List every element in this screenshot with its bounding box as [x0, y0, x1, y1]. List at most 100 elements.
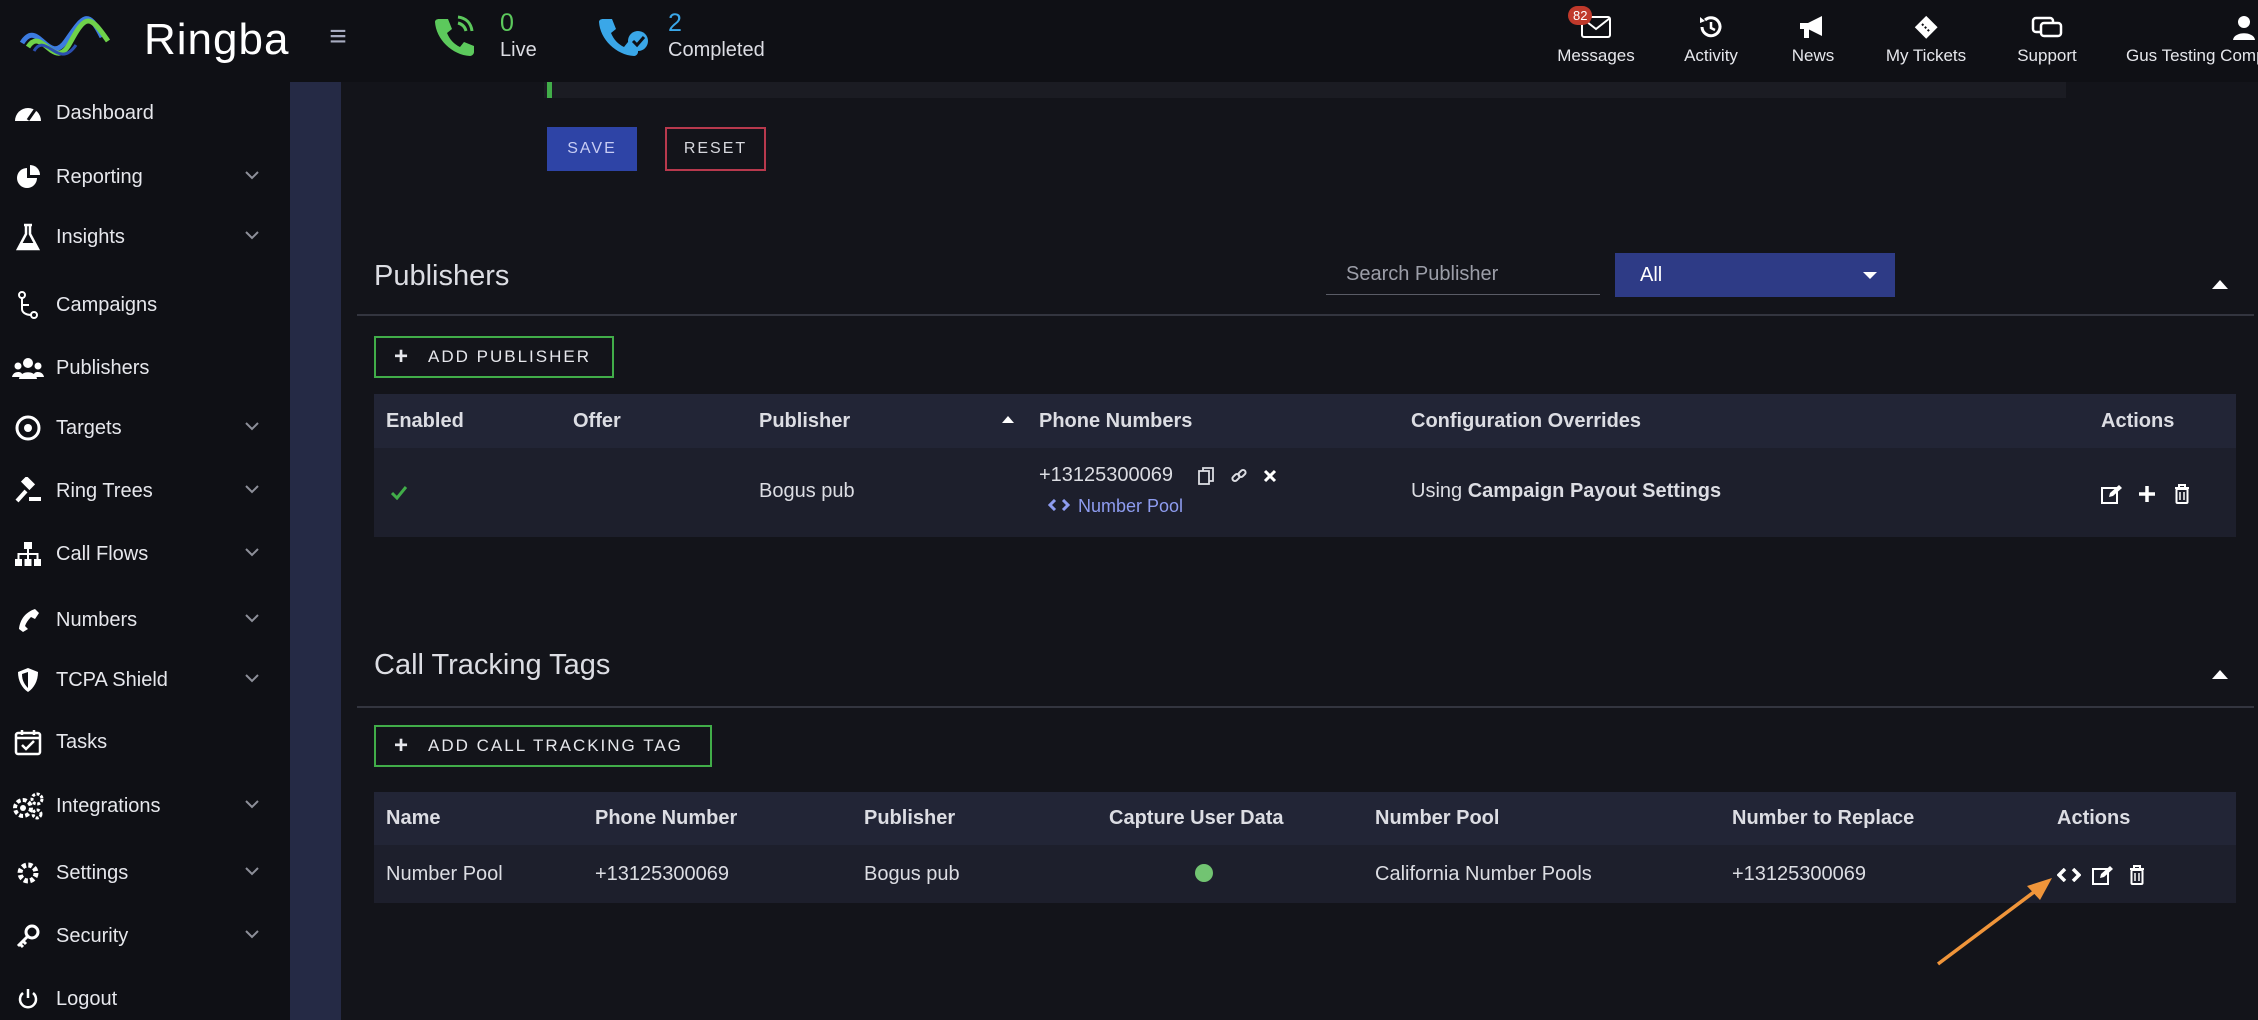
sidebar-item-campaigns[interactable]: Campaigns [0, 283, 290, 327]
table-row: Bogus pub +13125300069 Number Pool Using… [374, 448, 2236, 537]
add-call-tracking-tag-button[interactable]: + ADD CALL TRACKING TAG [374, 725, 712, 767]
sidebar-item-label: Numbers [56, 608, 138, 631]
publisher-filter-select[interactable]: All [1615, 253, 1895, 297]
chat-bubbles-icon [2031, 16, 2063, 38]
sidebar-item-targets[interactable]: Targets [0, 406, 290, 450]
sidebar-item-tcpa-shield[interactable]: TCPA Shield [0, 658, 290, 702]
menu-toggle-icon[interactable]: ≡ [323, 22, 353, 52]
phone-live-icon [435, 15, 474, 56]
column-header-configuration-overrides[interactable]: Configuration Overrides [1411, 410, 1641, 433]
nav-messages[interactable]: 82 Messages [1552, 6, 1640, 70]
sidebar-gutter [290, 82, 341, 1020]
phone-completed-icon [599, 19, 648, 56]
live-calls-stat[interactable]: 0 Live [430, 8, 537, 62]
copy-icon[interactable] [1198, 467, 1214, 485]
tag-publisher: Bogus pub [864, 863, 960, 885]
search-publisher-input[interactable] [1326, 255, 1600, 295]
code-icon [1048, 499, 1070, 511]
number-pool-link[interactable]: Number Pool [1078, 496, 1183, 517]
code-icon[interactable] [2057, 868, 2081, 882]
sitemap-icon [15, 542, 41, 566]
ringba-logo[interactable]: Ringba [18, 4, 289, 76]
sidebar-item-dashboard[interactable]: Dashboard [0, 91, 290, 135]
add-publisher-label: ADD PUBLISHER [428, 347, 591, 366]
sidebar-item-label: Integrations [56, 794, 161, 817]
trash-icon[interactable] [2174, 484, 2190, 504]
cogs-icon [13, 792, 44, 820]
sidebar-item-reporting[interactable]: Reporting [0, 155, 290, 199]
nav-activity[interactable]: Activity [1670, 8, 1752, 70]
column-header-number-to-replace: Number to Replace [1732, 807, 1915, 829]
column-header-offer[interactable]: Offer [573, 410, 621, 433]
plus-icon: + [394, 343, 411, 370]
tag-phone-number: +13125300069 [595, 863, 730, 885]
publishers-section-title: Publishers [374, 260, 510, 292]
nav-my-tickets[interactable]: My Tickets [1878, 8, 1974, 70]
sidebar-item-label: Targets [56, 416, 122, 439]
reset-button[interactable]: RESET [665, 127, 766, 171]
trash-icon[interactable] [2129, 865, 2145, 885]
column-header-phone-numbers[interactable]: Phone Numbers [1039, 410, 1192, 433]
config-override-prefix: Using [1411, 480, 1463, 502]
sort-asc-icon[interactable] [1002, 416, 1014, 423]
ticket-icon [1914, 15, 1938, 39]
edit-icon[interactable] [2092, 865, 2114, 885]
sidebar-item-label: Campaigns [56, 293, 158, 316]
remove-icon[interactable] [1263, 469, 1277, 483]
nav-support[interactable]: Support [2012, 8, 2082, 70]
sidebar-item-integrations[interactable]: Integrations [0, 784, 290, 828]
sidebar-item-insights[interactable]: Insights [0, 215, 290, 259]
phone-icon [19, 609, 39, 632]
user-icon [2233, 16, 2255, 40]
publishers-collapse-icon[interactable] [2212, 280, 2228, 289]
nav-news[interactable]: News [1780, 8, 1846, 70]
column-header-actions: Actions [2057, 807, 2131, 829]
column-header-name: Name [386, 807, 441, 829]
target-icon [15, 415, 41, 441]
messages-badge: 82 [1568, 6, 1593, 25]
plus-icon[interactable] [2138, 485, 2156, 503]
sidebar-item-numbers[interactable]: Numbers [0, 598, 290, 642]
sidebar-item-logout[interactable]: Logout [0, 977, 290, 1020]
column-header-enabled[interactable]: Enabled [386, 410, 464, 433]
column-header-publisher[interactable]: Publisher [759, 410, 850, 433]
sidebar-item-tasks[interactable]: Tasks [0, 720, 290, 764]
form-panel-edge [544, 82, 2066, 98]
sidebar-item-settings[interactable]: Settings [0, 851, 290, 895]
config-override: Using Campaign Payout Settings [1411, 480, 1721, 503]
chevron-down-icon [245, 548, 259, 557]
sidebar-item-label: Tasks [56, 730, 108, 753]
tag-name: Number Pool [386, 863, 503, 885]
sidebar-item-security[interactable]: Security [0, 914, 290, 958]
history-icon [1700, 16, 1722, 38]
brand-name: Ringba [144, 15, 290, 64]
chevron-down-icon [245, 171, 259, 180]
edit-icon[interactable] [2101, 484, 2123, 504]
pie-chart-icon [17, 165, 40, 188]
flask-icon [16, 223, 40, 251]
nav-my-tickets-label: My Tickets [1885, 46, 1967, 65]
dashboard-icon [15, 108, 41, 121]
save-button[interactable]: SAVE [547, 127, 637, 171]
publishers-table: Enabled Offer Publisher Phone Numbers Co… [374, 394, 2236, 537]
chevron-down-icon [245, 800, 259, 809]
checkmark-icon[interactable] [391, 486, 407, 500]
publisher-filter-value: All [1640, 263, 1663, 286]
sidebar-item-call-flows[interactable]: Call Flows [0, 532, 290, 576]
nav-account[interactable]: Gus Testing Comp [2126, 8, 2258, 70]
users-group-icon [12, 358, 44, 379]
add-publisher-button[interactable]: + ADD PUBLISHER [374, 336, 614, 378]
call-tracking-collapse-icon[interactable] [2212, 670, 2228, 679]
nav-account-label: Gus Testing Comp [2126, 46, 2258, 65]
table-header: Enabled Offer Publisher Phone Numbers Co… [374, 394, 2236, 448]
sidebar-item-ring-trees[interactable]: Ring Trees [0, 469, 290, 513]
live-count: 0 [500, 9, 514, 37]
link-icon[interactable] [1231, 468, 1247, 484]
sidebar-item-label: Ring Trees [56, 479, 153, 502]
completed-calls-stat[interactable]: 2 Completed [596, 8, 765, 62]
divider [357, 706, 2254, 708]
capture-user-data-indicator [1195, 864, 1213, 882]
campaign-flow-icon [18, 291, 38, 319]
sidebar-item-label: Logout [56, 987, 118, 1010]
sidebar-item-publishers[interactable]: Publishers [0, 346, 290, 390]
